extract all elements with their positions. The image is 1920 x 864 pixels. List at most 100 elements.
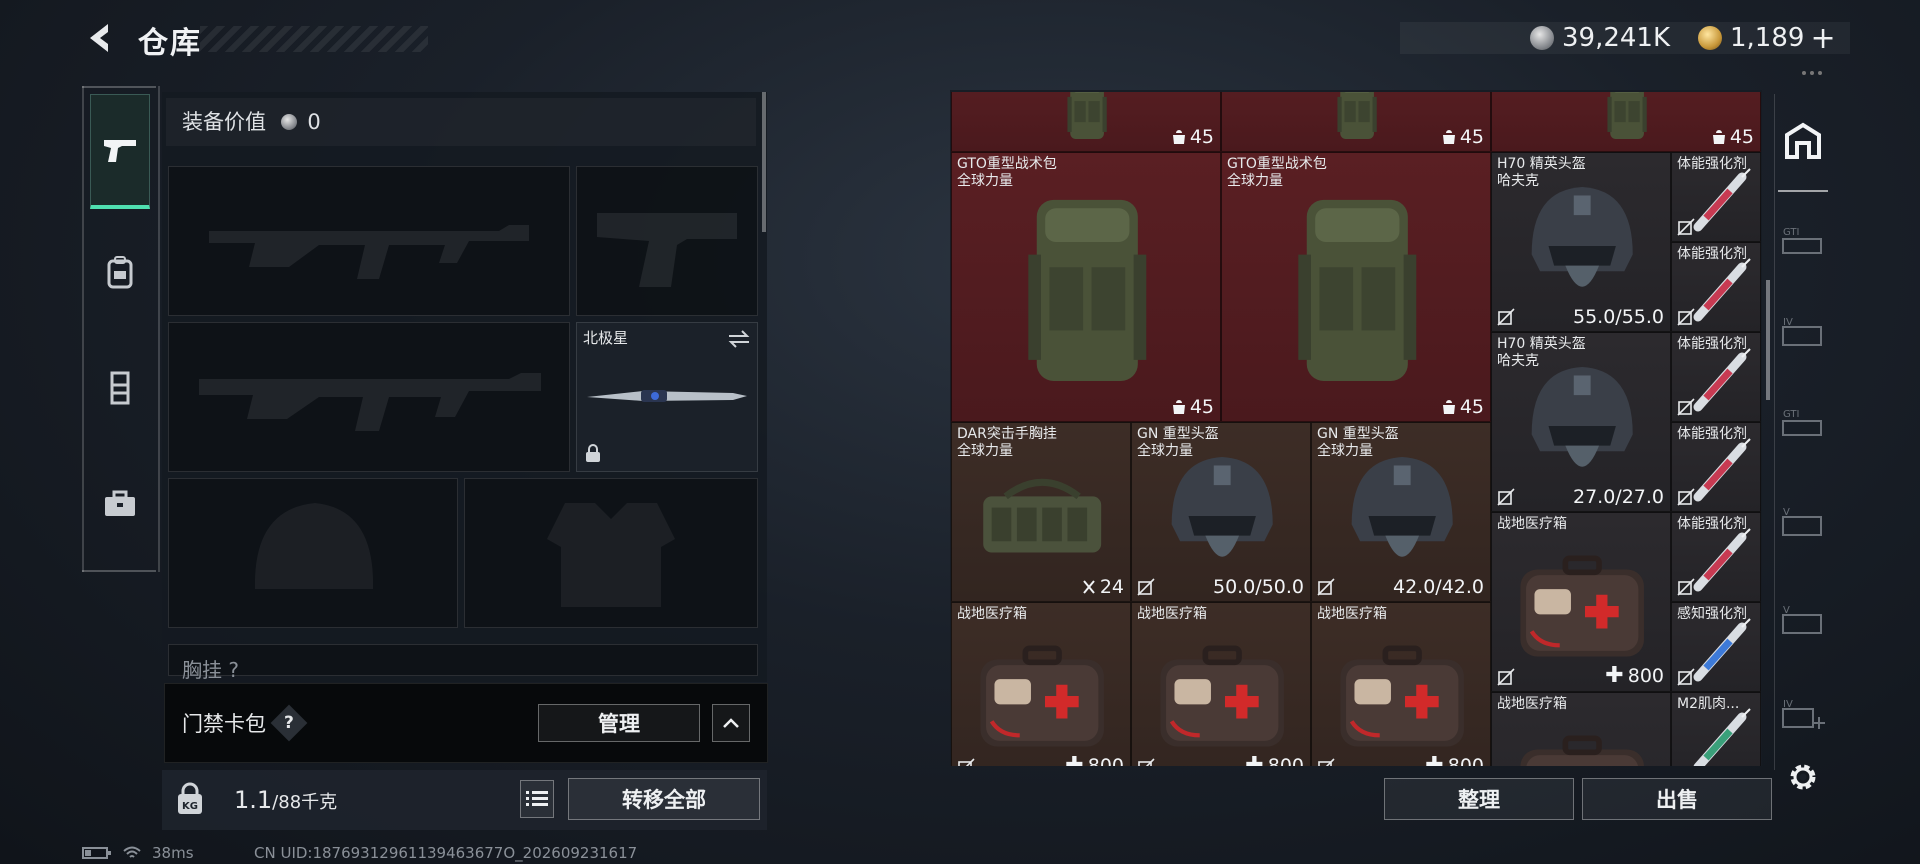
unsearched-icon xyxy=(958,758,975,766)
weight-icon xyxy=(1172,400,1185,414)
stash-tab-1[interactable]: GTI xyxy=(1778,216,1828,266)
svg-text:KG: KG xyxy=(182,801,198,812)
helmet-icon xyxy=(1351,456,1453,557)
unsearched-icon xyxy=(1677,488,1695,506)
heal-icon: ✚ xyxy=(1065,753,1084,766)
stash-item[interactable]: 战地医疗箱 ✚ 800 xyxy=(951,602,1131,766)
stash-grid: 45 45 45 GTO重型战术包 全球力量 45 GTO重型战术包 全球力量 45 H70 … xyxy=(951,92,1761,766)
tab-divider xyxy=(1778,190,1828,192)
stash-item-syringe[interactable]: 体能强化剂 xyxy=(1671,152,1761,242)
helmet-icon xyxy=(1531,366,1633,467)
stash-scrollbar[interactable] xyxy=(1766,280,1770,400)
item-value: 45 xyxy=(1172,396,1214,418)
stash-item[interactable]: H70 精英头盔 哈夫克 27.0/27.0 xyxy=(1491,332,1671,512)
knife-icon xyxy=(587,390,747,402)
gold-currency[interactable]: 1,189 + xyxy=(1698,21,1836,56)
stash-item[interactable]: GTO重型战术包 全球力量 45 xyxy=(951,152,1221,422)
collapse-button[interactable] xyxy=(712,704,750,742)
stash-item[interactable]: 45 xyxy=(1221,92,1491,152)
item-name: GTO重型战术包 全球力量 xyxy=(1227,156,1327,189)
sidearm-slot[interactable] xyxy=(576,166,758,316)
stash-tab-add[interactable]: IV xyxy=(1778,688,1828,738)
stash-item-syringe[interactable]: M2肌肉... xyxy=(1671,692,1761,766)
primary-weapon-slot[interactable] xyxy=(168,166,570,316)
stash-item-syringe[interactable]: 感知强化剂 xyxy=(1671,602,1761,692)
helmet-icon xyxy=(1531,186,1633,287)
stash-item[interactable]: 战地医疗箱 ✚ 800 xyxy=(1131,602,1311,766)
vest-nav-icon xyxy=(110,371,130,405)
transfer-all-button[interactable]: 转移全部 xyxy=(568,778,760,820)
melee-slot[interactable]: 北极星 xyxy=(576,322,758,472)
add-gold-icon[interactable]: + xyxy=(1810,21,1835,56)
item-name: 战地医疗箱 xyxy=(1497,516,1567,532)
stash-item[interactable]: DAR突击手胸挂 全球力量 24 xyxy=(951,422,1131,602)
sort-button[interactable]: 整理 xyxy=(1384,778,1574,820)
svg-text:GTI: GTI xyxy=(1783,227,1799,238)
unsearched-icon xyxy=(1677,578,1695,596)
medkit-icon xyxy=(1340,645,1464,747)
weight-icon xyxy=(1442,400,1455,414)
chevron-up-icon xyxy=(723,718,739,728)
stash-item-syringe[interactable]: 体能强化剂 xyxy=(1671,242,1761,332)
silver-coin-icon xyxy=(1530,26,1554,50)
unsearched-icon xyxy=(1318,758,1335,766)
battery-icon xyxy=(82,847,111,859)
swap-icon[interactable] xyxy=(727,329,751,349)
stash-box-icon: GTI xyxy=(1782,409,1822,436)
backpack-nav-icon xyxy=(107,256,133,289)
nav-tab-case[interactable] xyxy=(92,476,148,532)
weight-capacity: /88千克 xyxy=(272,792,338,813)
stash-item[interactable]: H70 精英头盔 哈夫克 55.0/55.0 xyxy=(1491,152,1671,332)
stash-item-syringe[interactable]: 体能强化剂 xyxy=(1671,512,1761,602)
stash-item[interactable]: 45 xyxy=(951,92,1221,152)
equip-value-label: 装备价值 xyxy=(182,110,266,134)
nav-tab-vest[interactable] xyxy=(92,360,148,416)
manage-button[interactable]: 管理 xyxy=(538,704,700,742)
stash-tab-2[interactable]: IV xyxy=(1778,306,1828,356)
sell-button[interactable]: 出售 xyxy=(1582,778,1772,820)
stash-item[interactable]: GTO重型战术包 全球力量 45 xyxy=(1221,152,1491,422)
stash-tab-3[interactable]: GTI xyxy=(1778,398,1828,448)
page-title: 仓库 xyxy=(138,26,202,61)
medkit-icon xyxy=(980,645,1104,747)
stash-item-syringe[interactable]: 体能强化剂 xyxy=(1671,422,1761,512)
help-icon[interactable]: ? xyxy=(270,704,308,742)
armor-slot[interactable] xyxy=(464,478,758,628)
title-decor xyxy=(200,26,428,52)
stash-item[interactable]: 战地医疗箱 ✚ 800 xyxy=(1491,512,1671,692)
nav-bottom-line xyxy=(82,570,156,572)
back-arrow-icon xyxy=(90,24,108,52)
stash-item[interactable]: 战地医疗箱 ✚ 800 xyxy=(1311,602,1491,766)
weight-icon xyxy=(1442,130,1455,144)
secondary-weapon-slot[interactable] xyxy=(168,322,570,472)
stash-item[interactable]: 45 xyxy=(1491,92,1761,152)
backpack-icon xyxy=(1607,92,1647,139)
stash-item[interactable]: GN 重型头盔 全球力量 42.0/42.0 xyxy=(1311,422,1491,602)
item-value: 45 xyxy=(1442,126,1484,148)
stash-item[interactable]: 战地医疗箱 xyxy=(1491,692,1671,766)
settings-button[interactable] xyxy=(1786,760,1820,798)
stash-tab-4[interactable]: V xyxy=(1778,496,1828,546)
nav-tab-backpack[interactable] xyxy=(92,244,148,300)
back-button[interactable] xyxy=(80,18,120,58)
item-name: GTO重型战术包 全球力量 xyxy=(957,156,1057,189)
list-view-button[interactable] xyxy=(520,780,554,818)
helmet-icon xyxy=(1171,456,1273,557)
menu-dots-icon[interactable] xyxy=(1800,62,1824,75)
briefcase-icon xyxy=(105,490,135,516)
weight-current: 1.1 xyxy=(234,786,273,814)
helmet-slot[interactable] xyxy=(168,478,458,628)
loadout-scrollbar[interactable] xyxy=(762,92,766,232)
medkit-icon xyxy=(1520,555,1644,657)
stash-item-syringe[interactable]: 体能强化剂 xyxy=(1671,332,1761,422)
chest-rig-slot[interactable] xyxy=(168,644,758,676)
item-name: H70 精英头盔 哈夫克 xyxy=(1497,156,1586,189)
heal-icon: ✚ xyxy=(1245,753,1264,766)
capacity-icon xyxy=(1083,580,1095,594)
gear-icon xyxy=(1790,764,1816,790)
stash-tab-5[interactable]: V xyxy=(1778,594,1828,644)
stash-tab-all[interactable] xyxy=(1778,116,1828,166)
nav-tab-weapons[interactable] xyxy=(90,94,150,209)
stash-item[interactable]: GN 重型头盔 全球力量 50.0/50.0 xyxy=(1131,422,1311,602)
item-value: 45 xyxy=(1712,126,1754,148)
